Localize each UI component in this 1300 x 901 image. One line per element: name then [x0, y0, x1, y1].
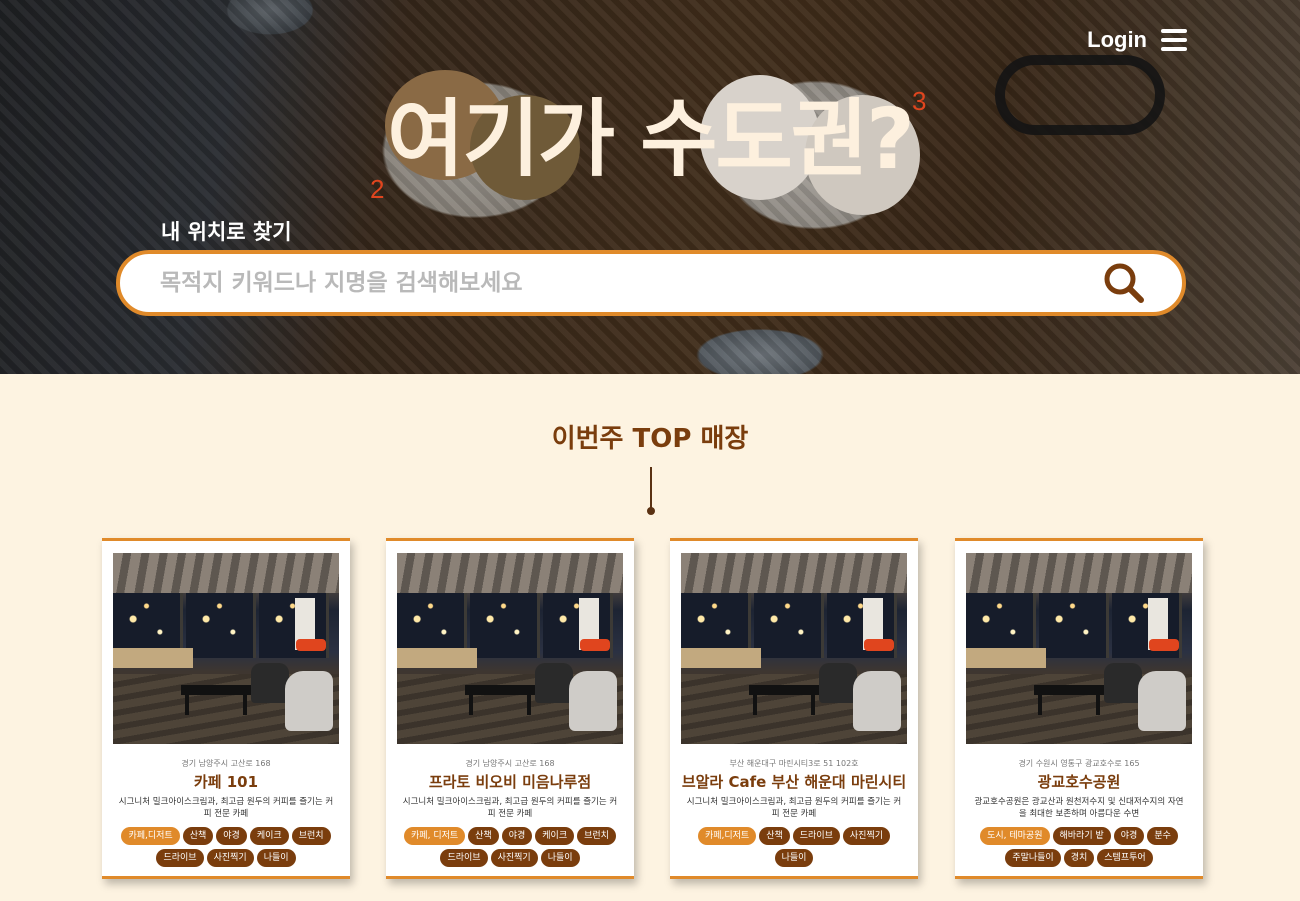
- store-description: 시그니처 밀크아이스크림과, 최고급 원두의 커피를 즐기는 커피 전문 카페: [402, 797, 618, 819]
- hero-title: 여기가 수도권?: [387, 90, 915, 188]
- store-photo: [397, 553, 623, 744]
- store-card[interactable]: 경기 수원시 영통구 광교호수로 165 광교호수공원 광교호수공원은 광교산과…: [955, 538, 1203, 879]
- store-tag[interactable]: 도시, 테마공원: [980, 827, 1050, 845]
- store-tag[interactable]: 브런치: [291, 827, 331, 845]
- store-tag[interactable]: 분수: [1147, 827, 1178, 845]
- store-card[interactable]: 경기 남양주시 고산로 168 카페 101 시그니처 밀크아이스크림과, 최고…: [102, 538, 350, 879]
- store-tag[interactable]: 해바라기 밭: [1052, 827, 1111, 845]
- login-link[interactable]: Login: [1087, 27, 1147, 53]
- store-tag[interactable]: 나들이: [774, 849, 814, 867]
- store-address: 경기 남양주시 고산로 168: [181, 759, 271, 768]
- store-address: 부산 해운대구 마린시티3로 51 102호: [729, 759, 859, 768]
- hamburger-menu-icon[interactable]: [1161, 29, 1187, 51]
- store-tag[interactable]: 야경: [501, 827, 533, 845]
- store-photo: [966, 553, 1192, 744]
- store-tag[interactable]: 사진찍기: [842, 827, 891, 845]
- store-tag[interactable]: 산책: [182, 827, 214, 845]
- store-card[interactable]: 경기 남양주시 고산로 168 프라토 비오비 미음나루점 시그니처 밀크아이스…: [386, 538, 634, 879]
- store-tag[interactable]: 사진찍기: [206, 849, 254, 867]
- store-tag[interactable]: 경치: [1063, 849, 1095, 867]
- store-tag[interactable]: 산책: [468, 827, 499, 845]
- section-divider-dot: [647, 507, 655, 515]
- search-input[interactable]: [160, 270, 1102, 296]
- store-tag[interactable]: 사진찍기: [490, 849, 538, 867]
- store-tag[interactable]: 브런치: [577, 827, 616, 845]
- store-tag[interactable]: 나들이: [256, 849, 296, 867]
- menu-icon-bar: [1161, 38, 1187, 42]
- store-description: 광교호수공원은 광교산과 원천저수지 및 신대저수지의 자연을 최대한 보존하며…: [974, 797, 1184, 819]
- store-tag[interactable]: 카페, 디저트: [404, 827, 466, 845]
- store-tags: 도시, 테마공원 해바라기 밭 야경 분수주말나들이 경치 스템프투어: [967, 827, 1191, 867]
- store-name: 프라토 비오비 미음나루점: [428, 773, 592, 791]
- store-tags: 카페,디저트 산책 드라이브 사진찍기나들이: [682, 827, 906, 867]
- search-icon[interactable]: [1102, 261, 1146, 305]
- store-tags: 카페, 디저트 산책 야경 케이크 브런치드라이브 사진찍기 나들이: [398, 827, 622, 867]
- store-tag[interactable]: 케이크: [249, 827, 289, 845]
- store-tags: 카페,디저트 산책 야경 케이크 브런치드라이브 사진찍기 나들이: [114, 827, 338, 867]
- store-card[interactable]: 부산 해운대구 마린시티3로 51 102호 브알라 Cafe 부산 해운대 마…: [670, 538, 918, 879]
- annotation-marker: 2: [370, 174, 385, 204]
- store-tag[interactable]: 케이크: [535, 827, 575, 845]
- menu-icon-bar: [1161, 47, 1187, 51]
- store-tag[interactable]: 스템프투어: [1097, 849, 1153, 867]
- store-tag[interactable]: 드라이브: [440, 849, 488, 867]
- menu-icon-bar: [1161, 29, 1187, 33]
- store-description: 시그니처 밀크아이스크림과, 최고급 원두의 커피를 즐기는 커피 전문 카페: [686, 797, 902, 819]
- search-bar: [116, 250, 1186, 316]
- store-tag[interactable]: 야경: [1113, 827, 1145, 845]
- store-tag[interactable]: 드라이브: [792, 827, 840, 845]
- store-name: 브알라 Cafe 부산 해운대 마린시티: [681, 773, 907, 791]
- section-title-top-stores: 이번주 TOP 매장: [551, 424, 749, 454]
- store-description: 시그니처 밀크아이스크림과, 최고급 원두의 커피를 즐기는 커피 전문 카페: [118, 797, 334, 819]
- section-divider: [650, 467, 652, 509]
- store-tag[interactable]: 카페,디저트: [697, 827, 757, 845]
- store-tag[interactable]: 산책: [759, 827, 790, 845]
- near-me-link[interactable]: 내 위치로 찾기: [161, 216, 292, 246]
- store-tag[interactable]: 주말나들이: [1005, 849, 1061, 867]
- store-tag[interactable]: 카페,디저트: [121, 827, 180, 845]
- store-address: 경기 남양주시 고산로 168: [465, 759, 555, 768]
- store-photo: [113, 553, 339, 744]
- store-address: 경기 수원시 영통구 광교호수로 165: [1018, 759, 1140, 768]
- store-tag[interactable]: 나들이: [540, 849, 580, 867]
- store-photo: [681, 553, 907, 744]
- annotation-marker: 3: [912, 86, 927, 116]
- store-name: 광교호수공원: [1037, 773, 1121, 791]
- store-tag[interactable]: 야경: [216, 827, 247, 845]
- store-name: 카페 101: [193, 773, 259, 791]
- header-actions: Login: [1087, 27, 1187, 53]
- store-tag[interactable]: 드라이브: [156, 849, 204, 867]
